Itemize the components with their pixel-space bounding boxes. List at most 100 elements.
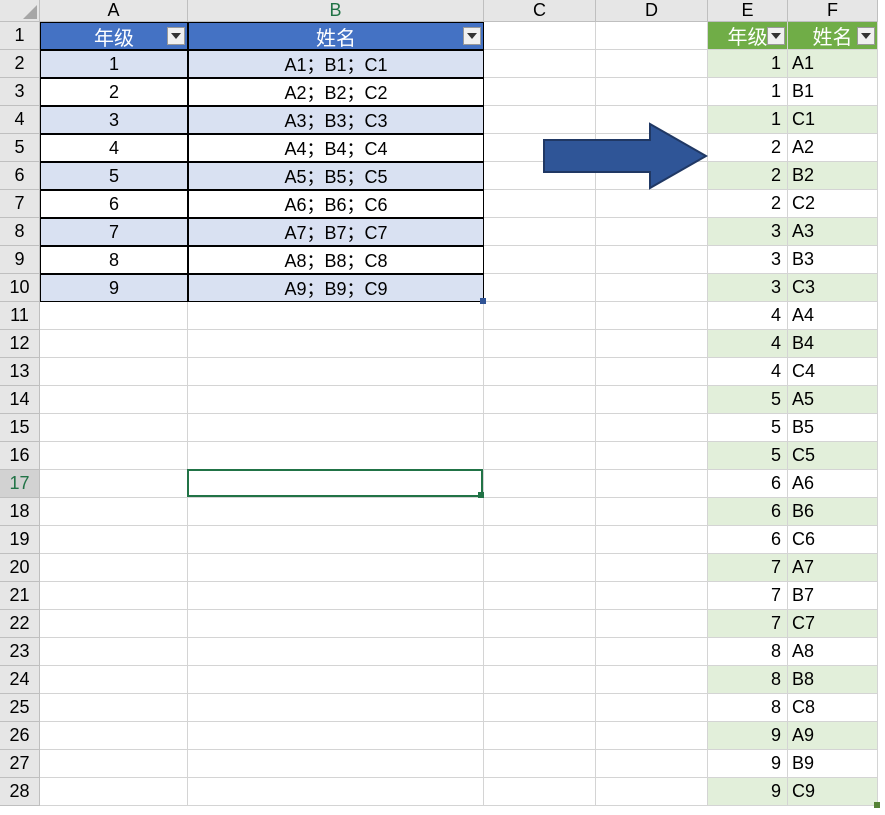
cell-C19[interactable] — [484, 526, 596, 554]
cell-D17[interactable] — [596, 470, 708, 498]
cell-F24[interactable]: B8 — [788, 666, 878, 694]
cell-C8[interactable] — [484, 218, 596, 246]
cell-C1[interactable] — [484, 22, 596, 50]
cell-E11[interactable]: 4 — [708, 302, 788, 330]
cell-C21[interactable] — [484, 582, 596, 610]
cell-F9[interactable]: B3 — [788, 246, 878, 274]
cell-F11[interactable]: A4 — [788, 302, 878, 330]
cell-F28[interactable]: C9 — [788, 778, 878, 806]
cell-F12[interactable]: B4 — [788, 330, 878, 358]
cell-A25[interactable] — [40, 694, 188, 722]
cell-C2[interactable] — [484, 50, 596, 78]
cell-E16[interactable]: 5 — [708, 442, 788, 470]
cell-F25[interactable]: C8 — [788, 694, 878, 722]
row-header-17[interactable]: 17 — [0, 470, 40, 498]
cell-F7[interactable]: C2 — [788, 190, 878, 218]
cell-C14[interactable] — [484, 386, 596, 414]
cell-A26[interactable] — [40, 722, 188, 750]
cell-A22[interactable] — [40, 610, 188, 638]
cell-E23[interactable]: 8 — [708, 638, 788, 666]
cell-D27[interactable] — [596, 750, 708, 778]
row-header-7[interactable]: 7 — [0, 190, 40, 218]
cell-B9[interactable]: A8；B8；C8 — [188, 246, 484, 274]
row-header-12[interactable]: 12 — [0, 330, 40, 358]
cell-D9[interactable] — [596, 246, 708, 274]
cell-E27[interactable]: 9 — [708, 750, 788, 778]
cell-D18[interactable] — [596, 498, 708, 526]
cell-D21[interactable] — [596, 582, 708, 610]
cell-B11[interactable] — [188, 302, 484, 330]
cell-F5[interactable]: A2 — [788, 134, 878, 162]
cell-D28[interactable] — [596, 778, 708, 806]
cell-D19[interactable] — [596, 526, 708, 554]
cell-E19[interactable]: 6 — [708, 526, 788, 554]
cell-B23[interactable] — [188, 638, 484, 666]
filter-dropdown-icon[interactable] — [767, 27, 785, 45]
cell-F1[interactable]: 姓名 — [788, 22, 878, 50]
cell-B18[interactable] — [188, 498, 484, 526]
table-resize-handle[interactable] — [874, 802, 880, 808]
cell-E1[interactable]: 年级 — [708, 22, 788, 50]
cell-B10[interactable]: A9；B9；C9 — [188, 274, 484, 302]
row-header-27[interactable]: 27 — [0, 750, 40, 778]
cell-F6[interactable]: B2 — [788, 162, 878, 190]
cell-B26[interactable] — [188, 722, 484, 750]
column-header-A[interactable]: A — [40, 0, 188, 22]
cell-E2[interactable]: 1 — [708, 50, 788, 78]
cell-F17[interactable]: A6 — [788, 470, 878, 498]
row-header-20[interactable]: 20 — [0, 554, 40, 582]
cell-F18[interactable]: B6 — [788, 498, 878, 526]
cell-B20[interactable] — [188, 554, 484, 582]
cell-D11[interactable] — [596, 302, 708, 330]
cell-C18[interactable] — [484, 498, 596, 526]
cell-B13[interactable] — [188, 358, 484, 386]
cell-C24[interactable] — [484, 666, 596, 694]
cell-D1[interactable] — [596, 22, 708, 50]
cell-E17[interactable]: 6 — [708, 470, 788, 498]
row-header-8[interactable]: 8 — [0, 218, 40, 246]
cell-E21[interactable]: 7 — [708, 582, 788, 610]
cell-E20[interactable]: 7 — [708, 554, 788, 582]
select-all-corner[interactable] — [0, 0, 40, 22]
cell-B14[interactable] — [188, 386, 484, 414]
row-header-5[interactable]: 5 — [0, 134, 40, 162]
cell-A6[interactable]: 5 — [40, 162, 188, 190]
row-header-15[interactable]: 15 — [0, 414, 40, 442]
cell-B15[interactable] — [188, 414, 484, 442]
arrow-shape[interactable] — [540, 122, 710, 195]
cell-C3[interactable] — [484, 78, 596, 106]
column-header-F[interactable]: F — [788, 0, 878, 22]
cell-A4[interactable]: 3 — [40, 106, 188, 134]
cell-C11[interactable] — [484, 302, 596, 330]
cell-B16[interactable] — [188, 442, 484, 470]
cell-A9[interactable]: 8 — [40, 246, 188, 274]
cell-A19[interactable] — [40, 526, 188, 554]
cell-B28[interactable] — [188, 778, 484, 806]
cell-D8[interactable] — [596, 218, 708, 246]
cell-D23[interactable] — [596, 638, 708, 666]
cell-C17[interactable] — [484, 470, 596, 498]
table-resize-handle[interactable] — [480, 298, 486, 304]
cell-E25[interactable]: 8 — [708, 694, 788, 722]
cell-E26[interactable]: 9 — [708, 722, 788, 750]
cell-C20[interactable] — [484, 554, 596, 582]
row-header-16[interactable]: 16 — [0, 442, 40, 470]
cell-E22[interactable]: 7 — [708, 610, 788, 638]
cell-B21[interactable] — [188, 582, 484, 610]
cell-A23[interactable] — [40, 638, 188, 666]
filter-dropdown-icon[interactable] — [167, 27, 185, 45]
column-header-D[interactable]: D — [596, 0, 708, 22]
cell-D12[interactable] — [596, 330, 708, 358]
row-header-3[interactable]: 3 — [0, 78, 40, 106]
row-header-1[interactable]: 1 — [0, 22, 40, 50]
cell-B3[interactable]: A2；B2；C2 — [188, 78, 484, 106]
column-header-B[interactable]: B — [188, 0, 484, 22]
cell-C28[interactable] — [484, 778, 596, 806]
cell-D20[interactable] — [596, 554, 708, 582]
cell-A7[interactable]: 6 — [40, 190, 188, 218]
cell-C22[interactable] — [484, 610, 596, 638]
cell-A16[interactable] — [40, 442, 188, 470]
cell-F16[interactable]: C5 — [788, 442, 878, 470]
row-header-9[interactable]: 9 — [0, 246, 40, 274]
cell-E5[interactable]: 2 — [708, 134, 788, 162]
